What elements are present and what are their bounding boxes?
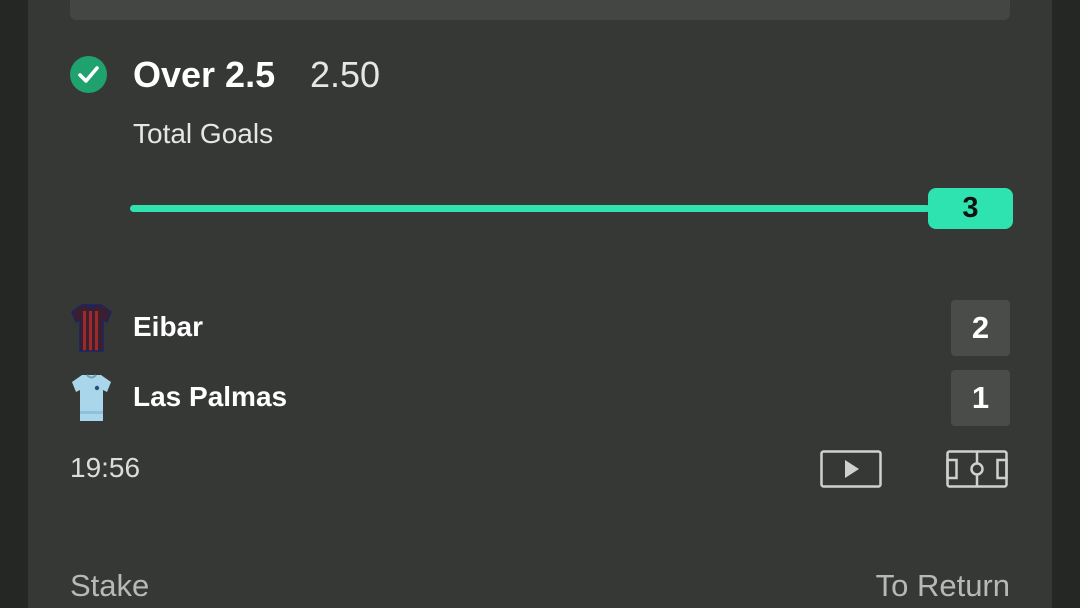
background-right bbox=[1052, 0, 1080, 608]
eibar-kit-icon bbox=[71, 304, 112, 352]
background-left bbox=[0, 0, 28, 608]
market-name: Total Goals bbox=[133, 118, 274, 149]
selection-name: Over 2.5 bbox=[133, 54, 276, 95]
progress-value-badge: 3 bbox=[928, 188, 1013, 229]
away-team-score: 1 bbox=[951, 370, 1010, 426]
pitch-icon[interactable] bbox=[946, 450, 1008, 488]
to-return-label: To Return bbox=[875, 568, 1010, 603]
stake-label: Stake bbox=[70, 568, 150, 603]
previous-card-section bbox=[70, 0, 1010, 20]
check-icon bbox=[70, 56, 107, 93]
match-time: 19:56 bbox=[70, 452, 141, 483]
away-team-row: Las Palmas 1 bbox=[70, 370, 1010, 426]
selection-odds: 2.50 bbox=[310, 54, 381, 95]
away-team-name: Las Palmas bbox=[133, 381, 288, 412]
home-team-score: 2 bbox=[951, 300, 1010, 356]
progress-bar bbox=[130, 205, 930, 212]
video-play-icon[interactable] bbox=[820, 450, 882, 488]
home-team-row: Eibar 2 bbox=[70, 300, 1010, 356]
home-team-name: Eibar bbox=[133, 311, 204, 342]
las-palmas-kit-icon bbox=[72, 374, 111, 421]
